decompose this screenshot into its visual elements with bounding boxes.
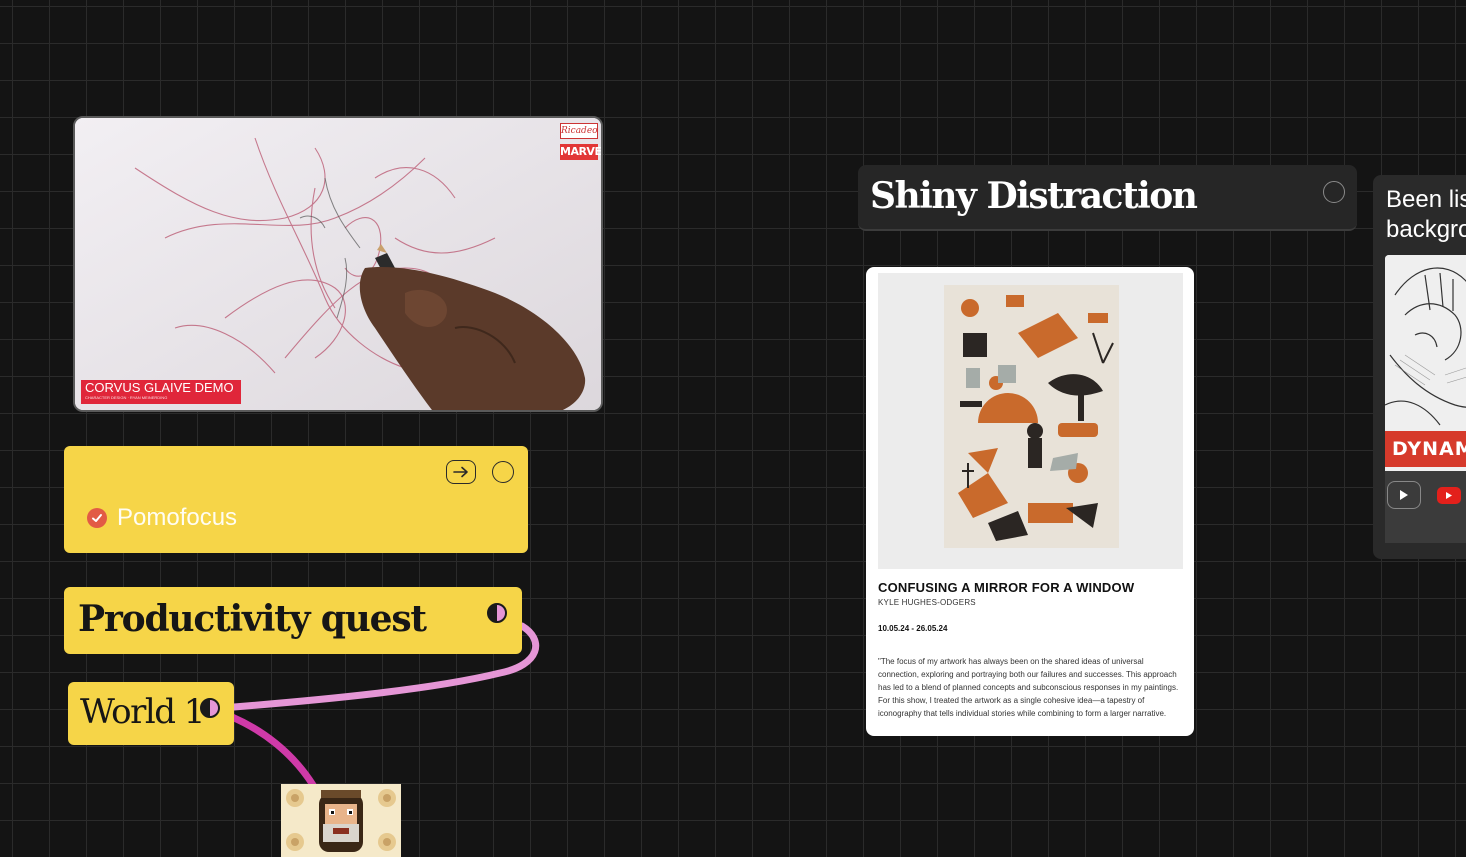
circle-icon[interactable] xyxy=(1323,181,1345,203)
marvel-logo: MARVEL xyxy=(560,144,602,160)
video-thumbnail[interactable]: DYNAM xyxy=(1385,255,1466,473)
exhibition-artwork-image xyxy=(878,273,1183,569)
pomofocus-check-icon xyxy=(87,508,107,528)
world-title: World 1 xyxy=(80,692,205,732)
video-lower-third: CORVUS GLAIVE DEMO CHARACTER DESIGN · RY… xyxy=(81,380,241,404)
artwork-painting xyxy=(944,285,1119,548)
card-caption: Been lis backgro xyxy=(1386,186,1466,243)
shiny-distraction-card[interactable]: Shiny Distraction xyxy=(858,165,1357,231)
world-card[interactable]: World 1 xyxy=(68,682,234,745)
sprite-art xyxy=(286,789,396,852)
shiny-title: Shiny Distraction xyxy=(870,175,1198,217)
pixel-sprite-image[interactable] xyxy=(281,784,401,857)
connector-world-to-sprite xyxy=(228,713,317,789)
pomofocus-card[interactable]: Pomofocus xyxy=(64,446,528,553)
embed-controls xyxy=(1385,471,1466,543)
youtube-icon[interactable] xyxy=(1437,487,1461,504)
arrow-right-box-icon[interactable] xyxy=(446,460,476,484)
thumbnail-sketch xyxy=(1385,255,1466,431)
channel-badge: Ricadeo xyxy=(560,123,598,139)
exhibition-description: "The focus of my artwork has always been… xyxy=(878,657,1179,718)
thumbnail-banner: DYNAM xyxy=(1385,431,1466,467)
youtube-embed-card[interactable]: Been lis backgro DYNAM xyxy=(1373,175,1466,559)
video-card[interactable]: Ricadeo MARVEL CORVUS GLAIVE DEMO CHARAC… xyxy=(73,116,603,412)
quest-title: Productivity quest xyxy=(78,598,427,640)
video-title: CORVUS GLAIVE DEMO xyxy=(85,380,234,395)
circle-icon[interactable] xyxy=(492,461,514,483)
half-moon-icon[interactable] xyxy=(487,603,507,623)
play-icon[interactable] xyxy=(1387,481,1421,509)
half-moon-icon[interactable] xyxy=(200,698,220,718)
exhibition-dates: 10.05.24 - 26.05.24 xyxy=(878,624,948,633)
exhibition-card[interactable]: CONFUSING A MIRROR FOR A WINDOW KYLE HUG… xyxy=(866,267,1194,736)
exhibition-artist: KYLE HUGHES-ODGERS xyxy=(878,598,976,607)
video-subtitle: CHARACTER DESIGN · RYAN MEINERDING xyxy=(85,395,168,400)
sketch-drawing xyxy=(75,118,601,410)
quest-card[interactable]: Productivity quest xyxy=(64,587,522,654)
exhibition-title: CONFUSING A MIRROR FOR A WINDOW xyxy=(878,580,1135,595)
pomofocus-link[interactable]: Pomofocus xyxy=(117,504,237,532)
